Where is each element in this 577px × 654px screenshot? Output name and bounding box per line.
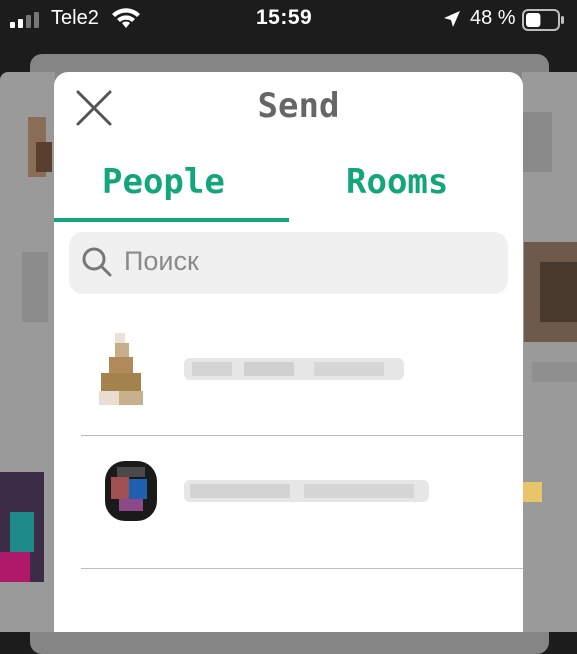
search-input[interactable]: Поиск xyxy=(69,232,508,294)
wifi-icon xyxy=(112,8,140,28)
tab-people[interactable]: People xyxy=(102,162,225,202)
contact-name-redacted xyxy=(184,358,404,380)
battery-icon xyxy=(522,9,564,31)
search-placeholder: Поиск xyxy=(124,246,199,276)
cellular-signal-icon xyxy=(10,12,39,28)
search-icon xyxy=(82,247,112,277)
avatar xyxy=(105,461,157,521)
contact-row[interactable] xyxy=(54,442,523,542)
clock: 15:59 xyxy=(256,6,313,29)
status-bar: Tele2 15:59 48 % xyxy=(0,0,577,40)
avatar xyxy=(99,333,143,405)
contact-name-redacted xyxy=(184,480,429,502)
background-right-panel xyxy=(522,72,577,632)
row-divider xyxy=(81,568,523,569)
tab-rooms[interactable]: Rooms xyxy=(346,162,448,202)
background-left-panel xyxy=(0,72,55,632)
row-divider xyxy=(81,435,523,436)
battery-percent: 48 % xyxy=(470,7,516,29)
send-modal: Send People Rooms Поиск xyxy=(54,72,523,632)
carrier-name: Tele2 xyxy=(51,7,99,29)
location-arrow-icon xyxy=(444,11,460,27)
contact-row[interactable] xyxy=(54,320,523,420)
modal-title: Send xyxy=(257,86,340,126)
active-tab-indicator xyxy=(54,218,289,222)
